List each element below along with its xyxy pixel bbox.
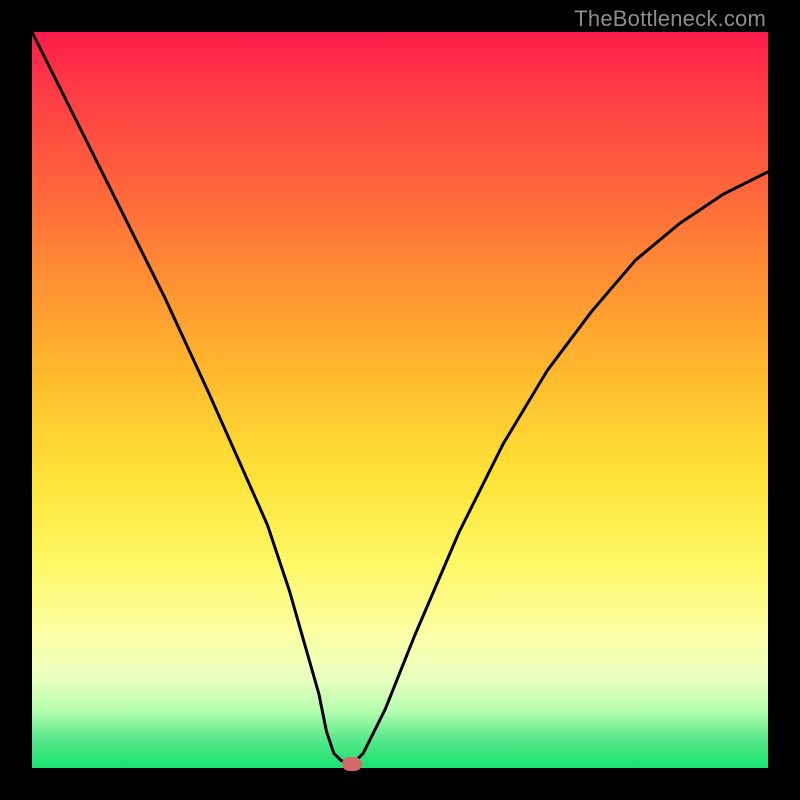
chart-frame: TheBottleneck.com xyxy=(0,0,800,800)
watermark-text: TheBottleneck.com xyxy=(574,6,766,32)
bottleneck-curve xyxy=(32,32,768,768)
min-marker xyxy=(342,757,362,771)
plot-area xyxy=(32,32,768,768)
